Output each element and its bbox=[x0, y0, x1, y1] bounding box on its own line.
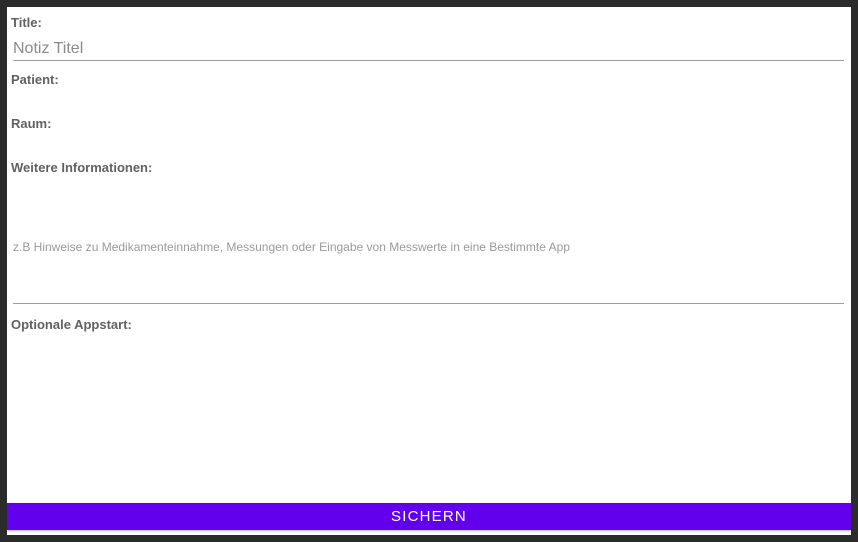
info-textarea[interactable] bbox=[13, 187, 844, 304]
info-label: Weitere Informationen: bbox=[11, 160, 153, 175]
room-label: Raum: bbox=[11, 116, 52, 131]
save-button[interactable]: SICHERN bbox=[7, 503, 851, 530]
note-form-window: Title: Patient: Raum: Weitere Informatio… bbox=[7, 7, 851, 535]
title-input[interactable] bbox=[13, 37, 844, 61]
patient-label: Patient: bbox=[11, 72, 59, 87]
title-label: Title: bbox=[11, 15, 42, 30]
app-start-label: Optionale Appstart: bbox=[11, 317, 132, 332]
